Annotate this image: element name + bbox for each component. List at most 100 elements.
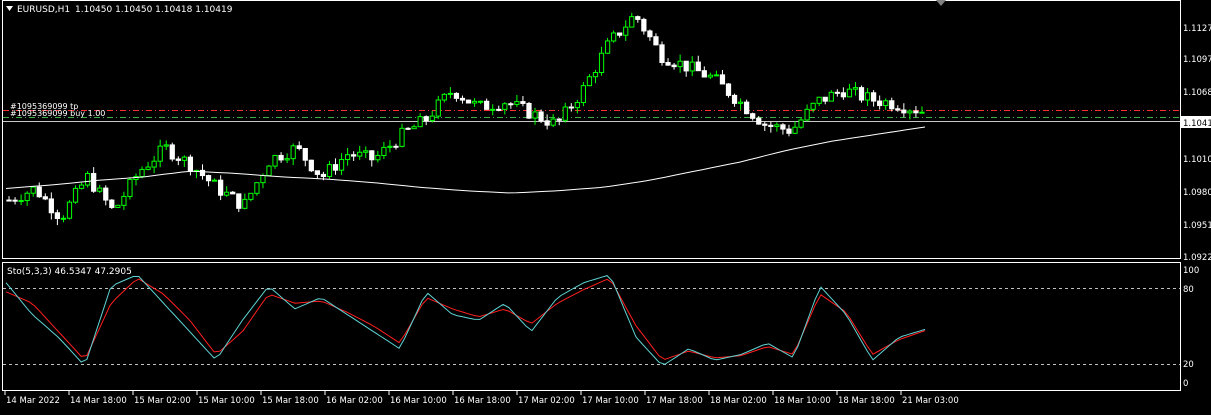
candle-body xyxy=(852,87,859,90)
candle-body xyxy=(653,36,659,46)
candle-body xyxy=(12,199,18,202)
candle-body xyxy=(913,110,919,114)
candle-body xyxy=(810,102,816,110)
candle-body xyxy=(484,100,490,110)
candle-body xyxy=(417,116,423,128)
candle-body xyxy=(139,168,145,178)
candle-body xyxy=(840,92,846,98)
candle-body xyxy=(103,187,109,201)
candle-body xyxy=(242,198,248,209)
candle-body xyxy=(272,154,278,167)
candle-body xyxy=(48,198,54,214)
collapse-triangle-icon[interactable] xyxy=(6,6,13,11)
chart-window[interactable]: EURUSD,H1 1.10450 1.10450 1.10418 1.1041… xyxy=(0,0,1211,411)
buy-label: #1095369099 buy 1.00 xyxy=(10,109,105,118)
candle-body xyxy=(883,100,889,107)
candle-body xyxy=(157,145,163,162)
candle-body xyxy=(623,26,629,36)
candle-body xyxy=(592,72,599,78)
candle-body xyxy=(236,193,242,209)
time-label: 18 Mar 10:00 xyxy=(774,396,831,406)
price-tick: 1.0922 xyxy=(1183,253,1211,263)
candle-body xyxy=(290,145,296,160)
candle-body xyxy=(919,111,925,114)
candle-body xyxy=(36,186,42,198)
current-price-label: 1.1041 xyxy=(1183,119,1211,129)
candle-body xyxy=(54,212,61,219)
candle-body xyxy=(816,96,822,104)
candle-body xyxy=(617,32,623,36)
candle-body xyxy=(804,108,810,121)
candle-body xyxy=(719,74,726,85)
time-label: 16 Mar 18:00 xyxy=(454,396,511,406)
candle-body xyxy=(399,127,405,147)
time-label: 15 Mar 18:00 xyxy=(262,396,319,406)
candle-body xyxy=(677,60,683,68)
candle-body xyxy=(175,158,181,161)
candle-body xyxy=(756,117,762,125)
candle-body xyxy=(864,92,871,101)
candle-body xyxy=(91,173,97,192)
price-tick: 1.1127 xyxy=(1183,24,1211,34)
candle-body xyxy=(18,200,24,203)
time-label: 18 Mar 18:00 xyxy=(838,396,895,406)
candle-body xyxy=(423,116,429,122)
candle-body xyxy=(695,61,701,72)
candle-body xyxy=(611,32,617,42)
time-label: 21 Mar 03:00 xyxy=(902,396,959,406)
candle-body xyxy=(109,199,115,208)
candle-body xyxy=(635,16,641,20)
candle-body xyxy=(477,100,484,103)
candle-body xyxy=(187,156,194,172)
symbol-label: EURUSD,H1 xyxy=(17,5,70,15)
main-chart-frame xyxy=(2,0,1181,259)
candle-body xyxy=(453,92,460,99)
candle-body xyxy=(230,191,236,195)
candle-body xyxy=(393,145,399,148)
candle-body xyxy=(514,101,520,105)
candle-body xyxy=(665,61,671,66)
candle-body xyxy=(24,192,30,202)
time-axis[interactable]: 14 Mar 2022 14 Mar 18:00 15 Mar 02:00 15 Ma… xyxy=(4,391,959,406)
price-scale[interactable]: 1.1127 1.1097 1.1068 1.1010 1.0980 1.095… xyxy=(1183,24,1211,263)
time-label: 14 Mar 18:00 xyxy=(70,396,127,406)
candle-body xyxy=(163,144,169,147)
candle-body xyxy=(647,30,653,38)
candle-body xyxy=(66,201,73,219)
candle-body xyxy=(429,115,435,122)
candle-body xyxy=(169,144,175,160)
time-label: 14 Mar 2022 xyxy=(6,396,60,406)
candle-body xyxy=(332,164,339,171)
candle-body xyxy=(218,179,224,196)
time-label: 16 Mar 10:00 xyxy=(390,396,447,406)
chart-canvas[interactable]: EURUSD,H1 1.10450 1.10450 1.10418 1.1041… xyxy=(0,0,1211,411)
candle-body xyxy=(308,159,314,172)
candle-body xyxy=(683,60,689,72)
candle-body xyxy=(502,103,508,110)
candle-body xyxy=(490,108,496,111)
candle-body xyxy=(689,61,695,72)
candle-body xyxy=(828,91,834,102)
candle-body xyxy=(792,126,798,134)
candle-body xyxy=(574,102,580,109)
candle-body xyxy=(42,196,48,200)
candle-body xyxy=(411,126,417,130)
candle-body xyxy=(344,154,351,161)
candle-body xyxy=(6,199,12,202)
candle-body xyxy=(786,128,792,134)
candle-body xyxy=(544,120,550,126)
candle-body xyxy=(375,154,381,161)
candle-body xyxy=(629,16,635,28)
candle-body xyxy=(768,124,774,127)
ohlc-readout: 1.10450 1.10450 1.10418 1.10419 xyxy=(75,5,233,15)
candle-body xyxy=(405,127,411,130)
shift-marker-icon[interactable] xyxy=(936,0,946,6)
time-label: 16 Mar 02:00 xyxy=(326,396,383,406)
candle-body xyxy=(798,119,804,128)
candle-body xyxy=(538,111,544,122)
candle-body xyxy=(762,123,768,126)
candle-body xyxy=(254,182,260,194)
candle-body xyxy=(30,186,36,194)
candle-body xyxy=(901,109,907,114)
candle-body xyxy=(671,64,677,68)
